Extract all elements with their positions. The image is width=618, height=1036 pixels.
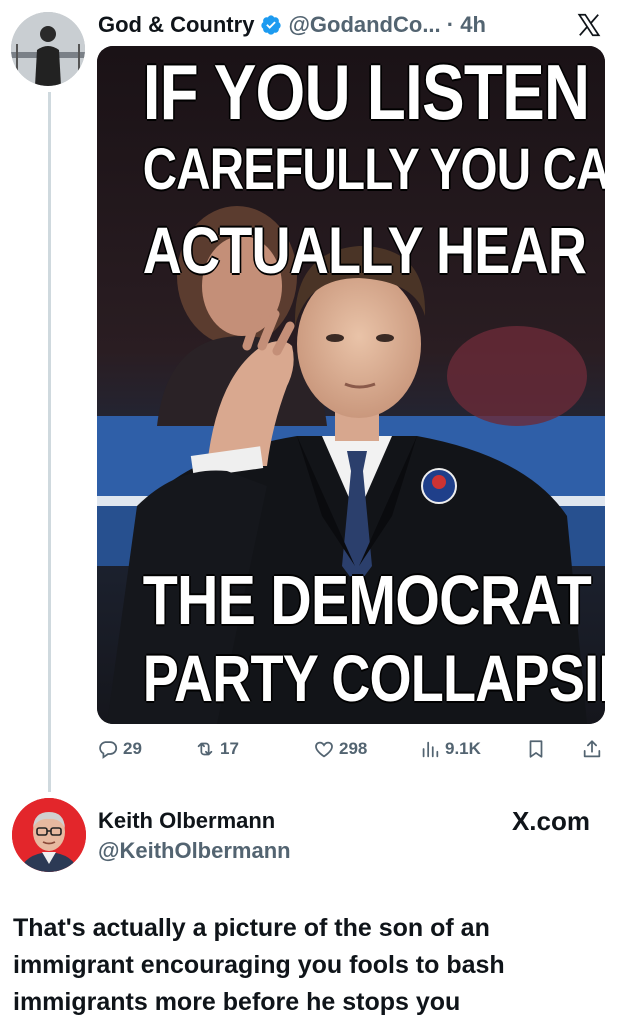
tweet-text-line: That's actually a picture of the son of … — [13, 914, 490, 942]
meme-caption-line: PARTY COLLAPSING — [142, 641, 605, 715]
thread-connector-line — [48, 92, 51, 792]
meme-caption-line: THE DEMOCRAT — [142, 561, 592, 639]
views-button[interactable]: 9.1K — [419, 738, 481, 760]
tweet-text: That's actually a picture of the son of … — [13, 910, 605, 1021]
meme-caption-line: IF YOU LISTEN — [142, 48, 590, 136]
share-icon — [583, 740, 601, 758]
meme-caption-line: ACTUALLY HEAR — [142, 213, 587, 287]
reply-icon — [99, 741, 118, 759]
source-label: X.com — [511, 806, 590, 836]
display-name[interactable]: God & Country — [98, 12, 254, 38]
avatar[interactable] — [11, 12, 85, 86]
views-count: 9.1K — [445, 739, 481, 758]
handle[interactable]: @KeithOlbermann — [98, 838, 291, 864]
verified-badge-icon — [261, 15, 282, 35]
x-logo-icon[interactable] — [576, 12, 602, 38]
repost-icon — [197, 742, 213, 756]
tweet-media-image[interactable]: IF YOU LISTEN CAREFULLY YOU CAN ACTUALLY… — [97, 46, 605, 724]
bookmark-icon — [529, 740, 543, 758]
views-icon — [422, 741, 439, 758]
tweet-header: God & Country @GodandCo... · 4h — [98, 10, 486, 40]
repost-button[interactable]: 17 — [194, 738, 239, 760]
reply-button[interactable]: 29 — [97, 738, 142, 760]
avatar[interactable] — [12, 798, 86, 872]
bookmark-button[interactable] — [525, 738, 547, 760]
meme-caption-line: CAREFULLY YOU CAN — [142, 137, 605, 202]
share-button[interactable] — [581, 738, 603, 760]
like-count: 298 — [339, 739, 368, 758]
repost-count: 17 — [220, 739, 239, 758]
like-icon — [315, 741, 333, 758]
handle-and-time[interactable]: @GodandCo... · 4h — [288, 12, 485, 38]
tweet-action-bar: 29 17 298 9.1K — [97, 734, 607, 764]
reply-count: 29 — [123, 739, 142, 758]
tweet-text-line: immigrant encouraging you fools to bash — [13, 951, 505, 979]
tweet-text-line: immigrants more before he stops you — [13, 988, 461, 1016]
like-button[interactable]: 298 — [313, 738, 367, 760]
display-name[interactable]: Keith Olbermann — [98, 808, 275, 834]
